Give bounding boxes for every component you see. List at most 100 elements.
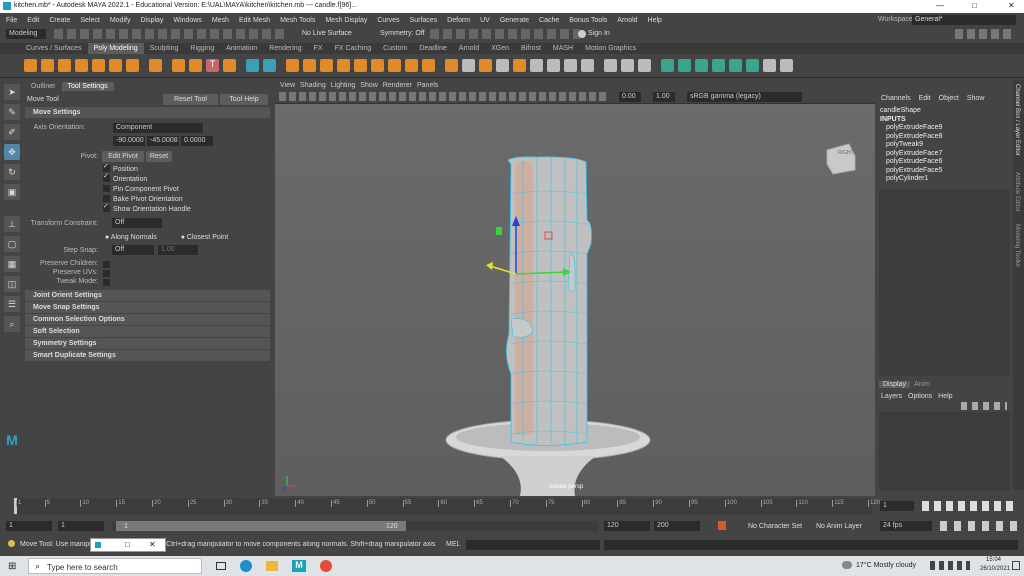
shelf-tab-motion-graphics[interactable]: Motion Graphics xyxy=(579,43,642,54)
separate-icon[interactable] xyxy=(263,59,276,72)
move-snap-settings-header[interactable]: Move Snap Settings xyxy=(25,302,270,313)
channel-edit-menu[interactable]: Edit xyxy=(919,95,931,102)
menu-surfaces[interactable]: Surfaces xyxy=(410,17,438,24)
layer-help-menu[interactable]: Help xyxy=(938,393,952,400)
poly-disc-icon[interactable] xyxy=(126,59,139,72)
poly-cylinder-icon[interactable] xyxy=(58,59,71,72)
select-tool-icon[interactable]: ➤ xyxy=(4,84,20,100)
joint-orient-settings-header[interactable]: Joint Orient Settings xyxy=(25,290,270,301)
sign-in-button[interactable]: Sign In xyxy=(588,30,610,37)
tab-anim[interactable]: Anim xyxy=(910,381,934,388)
viewport-3d[interactable]: RIGHT Isolate persp xyxy=(275,104,875,496)
layer-buttons[interactable] xyxy=(961,402,1007,410)
closest-point-radio[interactable]: ● Closest Point xyxy=(181,234,228,241)
common-selection-options-header[interactable]: Common Selection Options xyxy=(25,314,270,325)
gamma-field[interactable]: 1.00 xyxy=(653,92,675,102)
input-item[interactable]: polyExtrudeFace5 xyxy=(880,167,1012,176)
axis-y-field[interactable]: -45.0008 xyxy=(147,136,179,146)
menu-generate[interactable]: Generate xyxy=(500,17,529,24)
orientation-checkbox[interactable]: Orientation xyxy=(103,172,270,184)
poly-plane-icon[interactable] xyxy=(109,59,122,72)
reset-pivot-button[interactable]: Reset xyxy=(146,151,172,162)
side-tab-modeling-toolkit[interactable]: Modeling Toolkit xyxy=(1014,224,1020,267)
clock-time[interactable]: 15:04 xyxy=(986,557,1001,563)
shelf-tab-curves[interactable]: Curves / Surfaces xyxy=(20,43,88,54)
menu-mesh-tools[interactable]: Mesh Tools xyxy=(280,17,315,24)
menu-help[interactable]: Help xyxy=(648,17,662,24)
move-tool-icon[interactable]: ✥ xyxy=(4,144,20,160)
menu-create[interactable]: Create xyxy=(49,17,70,24)
outliner-layout-icon[interactable]: ☰ xyxy=(4,296,20,312)
axis-z-field[interactable]: 0.0000 xyxy=(181,136,213,146)
layout-icons[interactable] xyxy=(955,29,1015,39)
shelf-tab-arnold[interactable]: Arnold xyxy=(453,43,485,54)
vp-menu-view[interactable]: View xyxy=(280,82,295,89)
unfold-icon[interactable] xyxy=(780,59,793,72)
menu-file[interactable]: File xyxy=(6,17,17,24)
uv-editor-icon[interactable] xyxy=(661,59,674,72)
rotate-tool-icon[interactable]: ↻ xyxy=(4,164,20,180)
minimize-button[interactable]: — xyxy=(936,1,944,10)
multi-cut-icon[interactable] xyxy=(604,59,617,72)
extrude-icon[interactable] xyxy=(445,59,458,72)
shelf-tab-poly-modeling[interactable]: Poly Modeling xyxy=(87,43,144,54)
end-time-field[interactable]: 200 xyxy=(654,521,700,531)
menu-cache[interactable]: Cache xyxy=(539,17,559,24)
connect-icon[interactable] xyxy=(638,59,651,72)
show-orientation-handle-checkbox[interactable]: Show Orientation Handle xyxy=(103,202,270,214)
triangulate-icon[interactable] xyxy=(405,59,418,72)
tab-display[interactable]: Display xyxy=(879,380,910,388)
workspace-dropdown[interactable]: General* xyxy=(912,15,1016,25)
character-set-dropdown[interactable]: No Character Set xyxy=(748,523,802,530)
reduce-icon[interactable] xyxy=(303,59,316,72)
layer-options-menu[interactable]: Options xyxy=(908,393,932,400)
task-view-icon[interactable] xyxy=(216,562,226,570)
shelf-tab-animation[interactable]: Animation xyxy=(220,43,263,54)
remesh-icon[interactable] xyxy=(354,59,367,72)
notifications-icon[interactable] xyxy=(1012,561,1020,570)
poke-icon[interactable] xyxy=(513,59,526,72)
render-icons[interactable] xyxy=(430,29,580,39)
axis-x-field[interactable]: -90.0000 xyxy=(113,136,145,146)
axis-icon[interactable]: ⊥ xyxy=(4,216,20,232)
menu-select[interactable]: Select xyxy=(80,17,99,24)
boolean-icon[interactable] xyxy=(337,59,350,72)
chrome-icon[interactable] xyxy=(320,560,332,572)
uv-layout-icon[interactable] xyxy=(746,59,759,72)
sweep-mesh-icon[interactable] xyxy=(189,59,202,72)
shelf-tab-fx-caching[interactable]: FX Caching xyxy=(329,43,378,54)
shelf-tab-deadline[interactable]: Deadline xyxy=(413,43,453,54)
shelf-tab-sculpting[interactable]: Sculpting xyxy=(144,43,185,54)
menu-display[interactable]: Display xyxy=(140,17,163,24)
start-time-field[interactable]: 1 xyxy=(6,521,52,531)
target-weld-icon[interactable] xyxy=(621,59,634,72)
input-item[interactable]: polyExtrudeFace7 xyxy=(880,150,1012,159)
menu-deform[interactable]: Deform xyxy=(447,17,470,24)
shape-name[interactable]: candleShape xyxy=(880,107,1012,116)
delete-edge-icon[interactable] xyxy=(581,59,594,72)
wedge-icon[interactable] xyxy=(530,59,543,72)
menu-uv[interactable]: UV xyxy=(480,17,490,24)
vp-menu-lighting[interactable]: Lighting xyxy=(331,82,356,89)
cylindrical-map-icon[interactable] xyxy=(695,59,708,72)
preserve-children-checkbox[interactable] xyxy=(103,261,110,268)
menu-edit-mesh[interactable]: Edit Mesh xyxy=(239,17,270,24)
combine-icon[interactable] xyxy=(246,59,259,72)
move-settings-header[interactable]: Move Settings xyxy=(25,107,270,118)
step-snap-field[interactable]: 1.00 xyxy=(158,245,198,255)
poly-cone-icon[interactable] xyxy=(75,59,88,72)
channel-object-menu[interactable]: Object xyxy=(939,95,959,102)
poly-torus-icon[interactable] xyxy=(92,59,105,72)
menu-bonus-tools[interactable]: Bonus Tools xyxy=(569,17,607,24)
poly-cube-icon[interactable] xyxy=(41,59,54,72)
file-explorer-icon[interactable] xyxy=(266,561,278,571)
shelf-tab-rigging[interactable]: Rigging xyxy=(184,43,220,54)
retopo-icon[interactable] xyxy=(371,59,384,72)
input-item[interactable]: polyTweak9 xyxy=(880,141,1012,150)
along-normals-radio[interactable]: ● Along Normals xyxy=(105,234,157,241)
close-button[interactable]: ✕ xyxy=(1008,1,1015,10)
tray-icons[interactable] xyxy=(930,561,970,570)
soft-selection-header[interactable]: Soft Selection xyxy=(25,326,270,337)
tab-outliner[interactable]: Outliner xyxy=(25,82,62,91)
menu-edit[interactable]: Edit xyxy=(27,17,39,24)
